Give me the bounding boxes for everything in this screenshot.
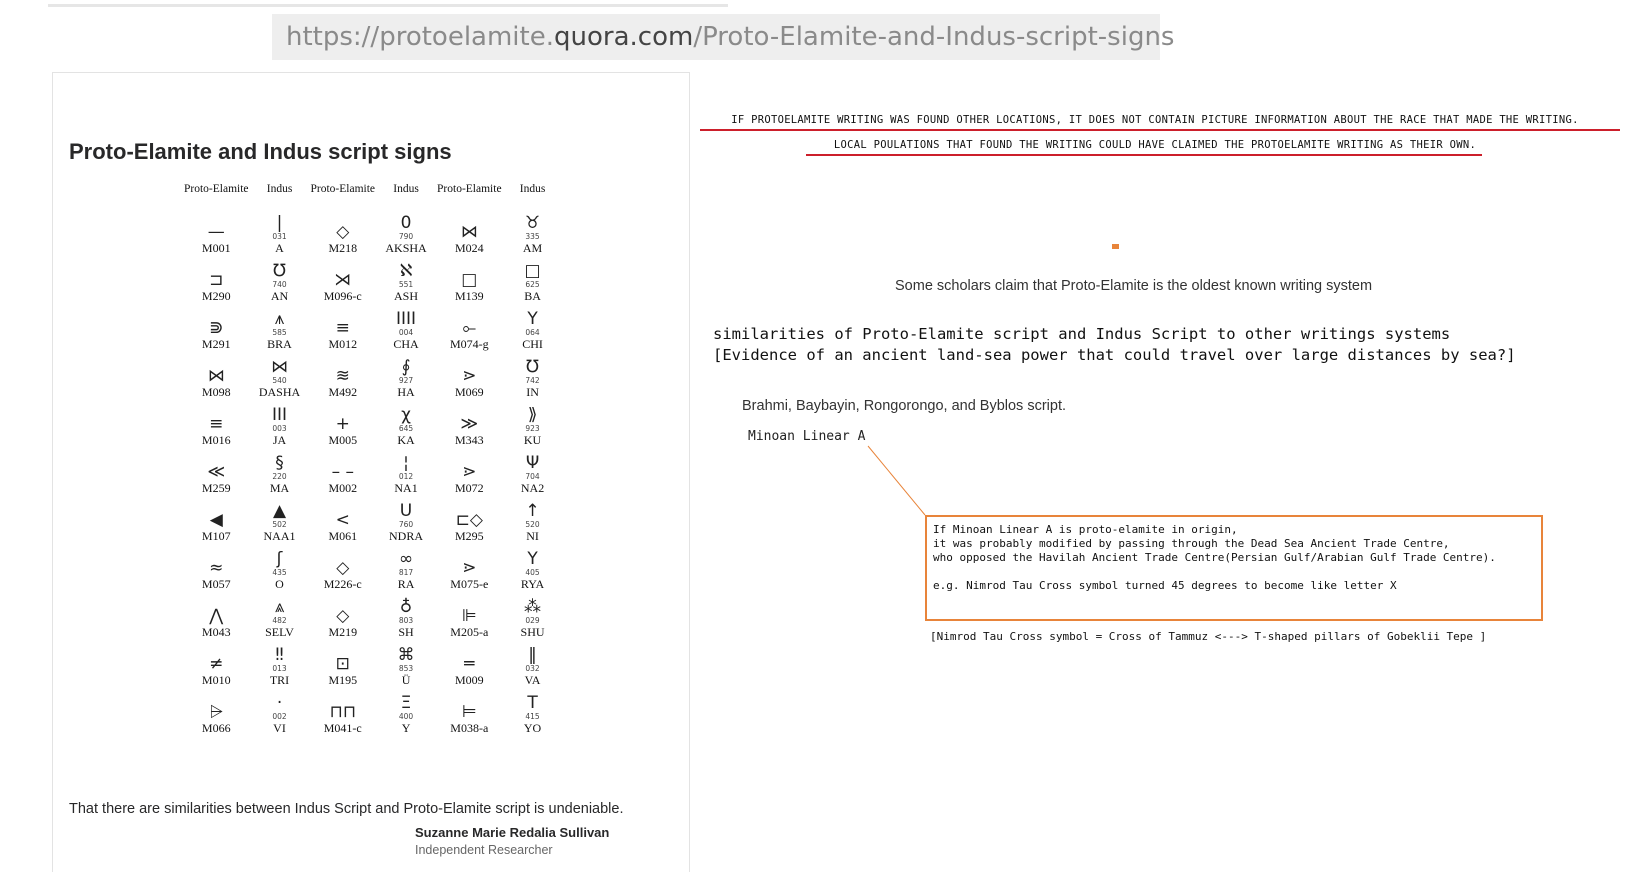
note-line: it was probably modified by passing thro…: [933, 537, 1450, 550]
nimrod-note: [Nimrod Tau Cross symbol = Cross of Tamm…: [930, 630, 1487, 643]
note-line: e.g. Nimrod Tau Cross symbol turned 45 d…: [933, 579, 1397, 592]
note-line: If Minoan Linear A is proto-elamite in o…: [933, 523, 1238, 536]
connector-stroke: [867, 445, 926, 516]
note-line: who opposed the Havilah Ancient Trade Ce…: [933, 551, 1496, 564]
connector-line: [867, 445, 926, 516]
minoan-note-text: If Minoan Linear A is proto-elamite in o…: [933, 523, 1496, 593]
minoan-note-box: If Minoan Linear A is proto-elamite in o…: [925, 515, 1543, 621]
note-line: [933, 565, 1496, 579]
